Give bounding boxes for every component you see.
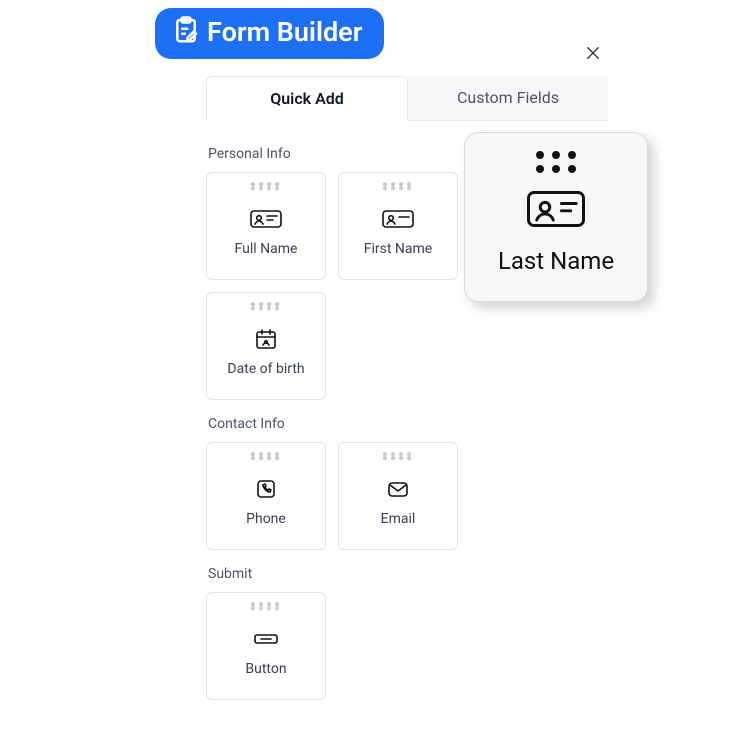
drag-handle-icon: ●●●●●●●● bbox=[382, 183, 414, 191]
button-icon bbox=[250, 627, 282, 651]
section-title-submit: Submit bbox=[208, 566, 608, 582]
drag-handle-icon bbox=[536, 151, 576, 173]
phone-icon bbox=[250, 477, 282, 501]
grid-submit: ●●●●●●●● Button bbox=[206, 592, 608, 700]
calendar-icon bbox=[250, 327, 282, 351]
field-card-button[interactable]: ●●●●●●●● Button bbox=[206, 592, 326, 700]
tabs: Quick Add Custom Fields bbox=[206, 76, 608, 121]
drag-handle-icon: ●●●●●●●● bbox=[250, 303, 282, 311]
grid-contact: ●●●●●●●● Phone ●●●●●●●● Email bbox=[206, 442, 608, 550]
tab-quick-add[interactable]: Quick Add bbox=[206, 76, 408, 121]
card-label: Phone bbox=[246, 511, 286, 527]
field-card-email[interactable]: ●●●●●●●● Email bbox=[338, 442, 458, 550]
field-card-last-name-dragging[interactable]: Last Name bbox=[464, 132, 648, 302]
section-title-contact: Contact Info bbox=[208, 416, 608, 432]
tab-custom-fields[interactable]: Custom Fields bbox=[408, 76, 608, 120]
drag-handle-icon: ●●●●●●●● bbox=[250, 183, 282, 191]
drag-handle-icon: ●●●●●●●● bbox=[250, 453, 282, 461]
field-card-date-of-birth[interactable]: ●●●●●●●● Date of birth bbox=[206, 292, 326, 400]
card-label: Last Name bbox=[498, 247, 614, 275]
field-card-phone[interactable]: ●●●●●●●● Phone bbox=[206, 442, 326, 550]
drag-handle-icon: ●●●●●●●● bbox=[382, 453, 414, 461]
card-label: First Name bbox=[364, 241, 432, 257]
card-label: Email bbox=[381, 511, 416, 527]
id-card-icon bbox=[382, 207, 414, 231]
form-builder-badge: Form Builder bbox=[155, 8, 384, 59]
field-card-full-name[interactable]: ●●●●●●●● Full Name bbox=[206, 172, 326, 280]
clipboard-edit-icon bbox=[171, 15, 201, 50]
badge-title: Form Builder bbox=[207, 19, 362, 46]
card-label: Full Name bbox=[235, 241, 298, 257]
drag-handle-icon: ●●●●●●●● bbox=[250, 603, 282, 611]
close-button[interactable] bbox=[584, 44, 608, 68]
field-card-first-name[interactable]: ●●●●●●●● First Name bbox=[338, 172, 458, 280]
id-card-icon bbox=[525, 187, 587, 231]
email-icon bbox=[382, 477, 414, 501]
card-label: Date of birth bbox=[227, 361, 304, 377]
id-card-icon bbox=[250, 207, 282, 231]
card-label: Button bbox=[245, 661, 286, 677]
